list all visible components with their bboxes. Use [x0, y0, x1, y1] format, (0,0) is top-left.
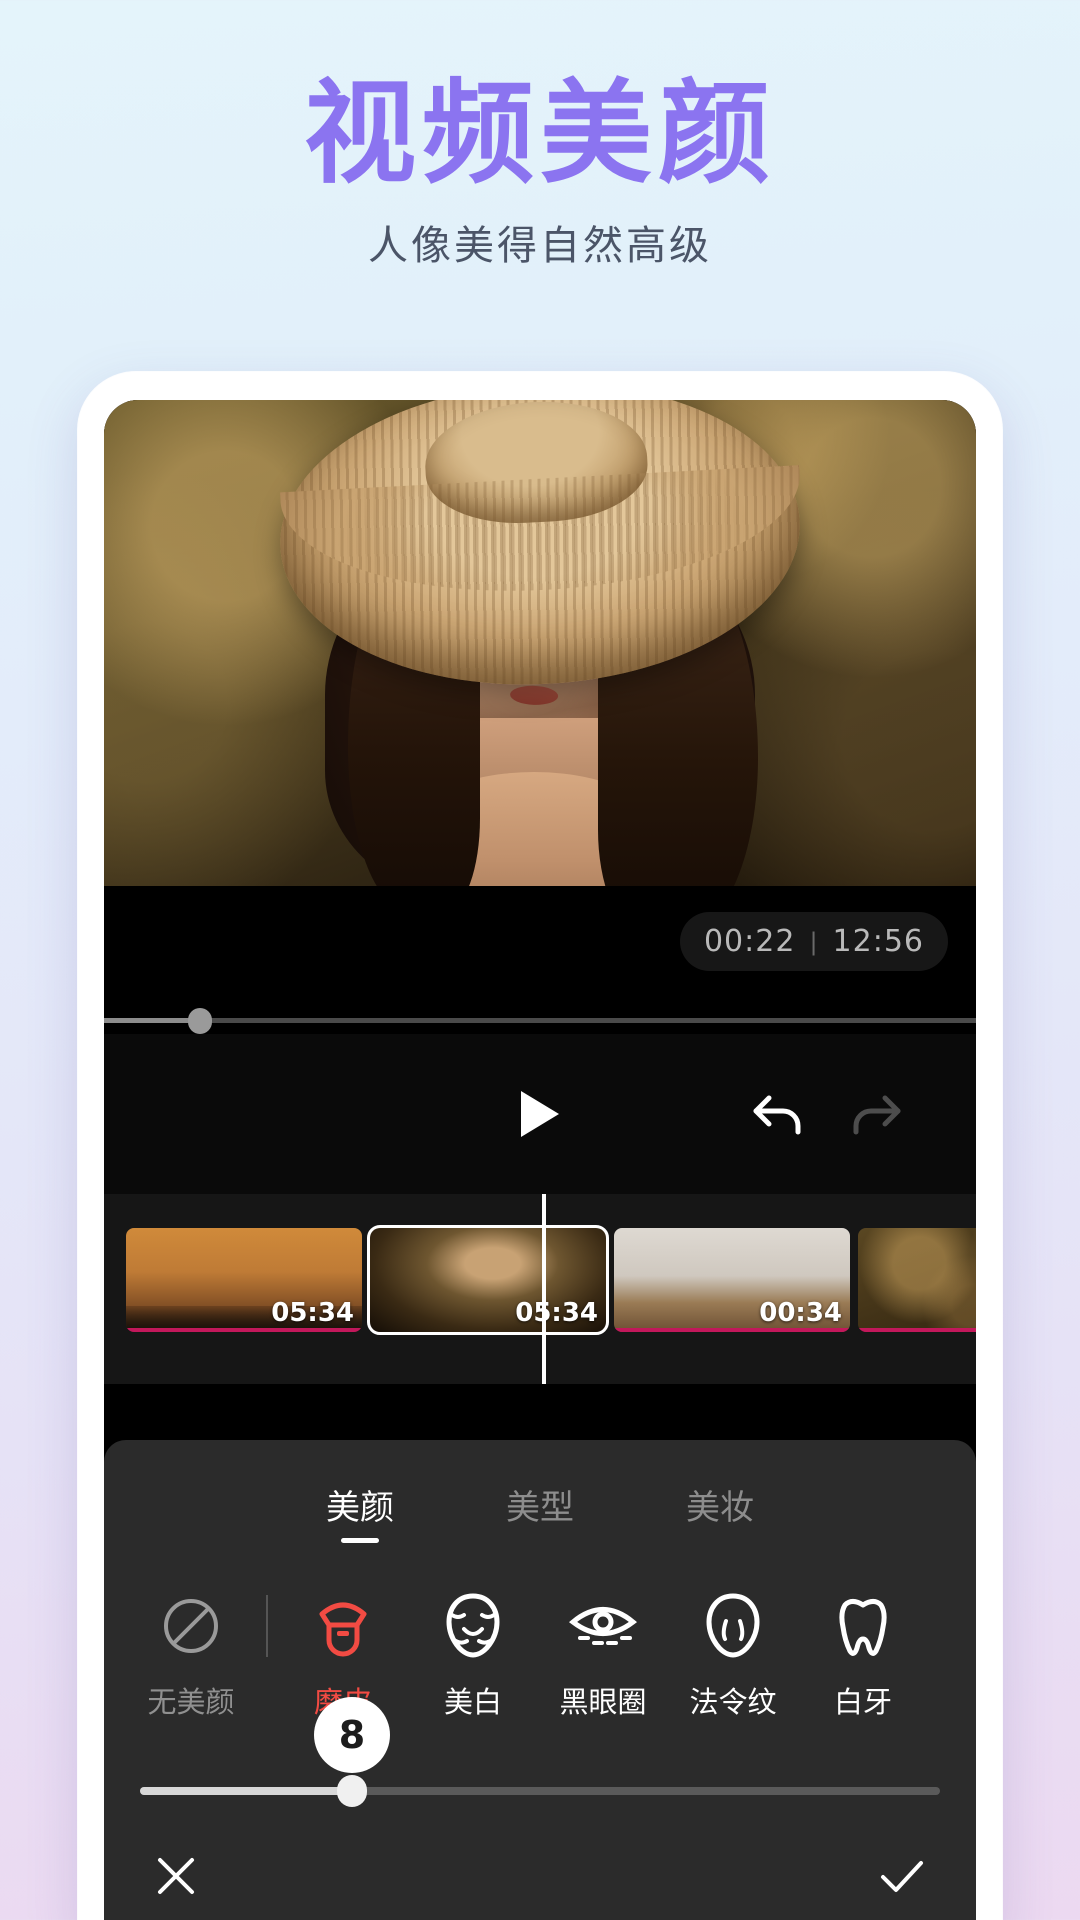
- undo-icon: [753, 1095, 801, 1135]
- tool-label: 黑眼圈: [559, 1685, 647, 1719]
- clip-thumbnail: [858, 1228, 976, 1332]
- slider-value-bubble: 8: [314, 1697, 390, 1773]
- clip-duration: 05:34: [515, 1298, 598, 1328]
- close-icon: [158, 1858, 194, 1894]
- time-separator: |: [809, 927, 819, 956]
- clip-strip[interactable]: 05:34 05:34 00:34 05:04: [126, 1225, 976, 1335]
- page-subtitle: 人像美得自然高级: [368, 223, 712, 270]
- no-beauty-icon: [134, 1587, 248, 1665]
- seek-track[interactable]: [104, 1018, 976, 1023]
- current-time: 00:22: [703, 924, 796, 959]
- panel-actions: [104, 1820, 976, 1920]
- tool-whiten[interactable]: 美白: [416, 1587, 530, 1721]
- redo-button[interactable]: [836, 1074, 916, 1154]
- beauty-panel: 美颜 美型 美妆 无美颜 美白 黑眼圈 法令纹 白牙 8: [104, 1440, 976, 1920]
- playhead[interactable]: [542, 1194, 546, 1384]
- phone-mockup: 00:22 | 12:56 05:34 05:34 00:34 美颜 美型 美妆…: [78, 372, 1002, 1920]
- tool-no-beauty[interactable]: 无美颜: [134, 1587, 248, 1721]
- seek-thumb[interactable]: [187, 1008, 212, 1034]
- timeline[interactable]: 05:34 05:34 00:34 05:04: [104, 1194, 976, 1384]
- check-icon: [881, 1861, 923, 1892]
- clip-duration: 05:34: [271, 1298, 354, 1328]
- white-teeth-icon: [806, 1587, 920, 1665]
- play-button[interactable]: [500, 1074, 580, 1154]
- undo-button[interactable]: [738, 1074, 818, 1154]
- tool-nasolabial[interactable]: 法令纹: [676, 1587, 790, 1721]
- page-title: 视频美颜: [304, 69, 776, 199]
- tool-label: 白牙: [833, 1685, 892, 1719]
- clip-duration: 00:34: [759, 1298, 842, 1328]
- tool-eye-circle[interactable]: 黑眼圈: [546, 1587, 660, 1721]
- tab-shape[interactable]: 美型: [506, 1480, 574, 1543]
- redo-icon: [853, 1095, 901, 1135]
- promo-header: 视频美颜 人像美得自然高级: [0, 0, 1080, 271]
- phone-frame: 00:22 | 12:56 05:34 05:34 00:34 美颜 美型 美妆…: [78, 372, 1002, 1920]
- total-time: 12:56: [832, 924, 924, 959]
- slider-thumb[interactable]: [337, 1775, 367, 1807]
- preview-image: [104, 400, 976, 886]
- timeline-clip[interactable]: 00:34: [614, 1228, 850, 1332]
- panel-tabs: 美颜 美型 美妆: [104, 1440, 976, 1543]
- confirm-button[interactable]: [876, 1852, 928, 1900]
- whiten-icon: [416, 1587, 530, 1665]
- clip-underline: [614, 1328, 850, 1332]
- seek-bar[interactable]: [104, 1006, 976, 1034]
- tool-label: 无美颜: [147, 1685, 235, 1719]
- clip-underline: [858, 1328, 976, 1332]
- timeline-clip[interactable]: 05:34: [126, 1228, 362, 1332]
- player-chrome: 00:22 | 12:56: [104, 886, 976, 1034]
- play-icon: [521, 1091, 559, 1137]
- intensity-slider[interactable]: 8: [140, 1697, 940, 1819]
- eye-circle-icon: [546, 1587, 660, 1665]
- tab-beauty[interactable]: 美颜: [326, 1480, 394, 1543]
- seek-fill: [104, 1018, 200, 1023]
- time-row: 00:22 | 12:56: [104, 886, 976, 1006]
- tab-makeup[interactable]: 美妆: [686, 1480, 754, 1543]
- time-badge: 00:22 | 12:56: [679, 912, 948, 971]
- transport-controls: [104, 1034, 976, 1194]
- tool-white-teeth[interactable]: 白牙: [806, 1587, 920, 1721]
- smooth-skin-icon: [286, 1587, 400, 1665]
- tool-label: 美白: [443, 1685, 502, 1719]
- tool-row: 无美颜 磨皮: [104, 1543, 976, 1721]
- timeline-clip[interactable]: 05:04: [858, 1228, 976, 1332]
- phone-screen: 00:22 | 12:56 05:34 05:34 00:34 美颜 美型 美妆…: [104, 400, 976, 1920]
- slider-fill: [140, 1787, 352, 1795]
- nasolabial-icon: [676, 1587, 790, 1665]
- tool-divider: [266, 1595, 268, 1657]
- clip-underline: [126, 1328, 362, 1332]
- cancel-button[interactable]: [152, 1852, 200, 1900]
- timeline-clip-selected[interactable]: 05:34: [367, 1225, 609, 1335]
- video-preview[interactable]: [104, 400, 976, 886]
- tool-label: 法令纹: [689, 1685, 777, 1719]
